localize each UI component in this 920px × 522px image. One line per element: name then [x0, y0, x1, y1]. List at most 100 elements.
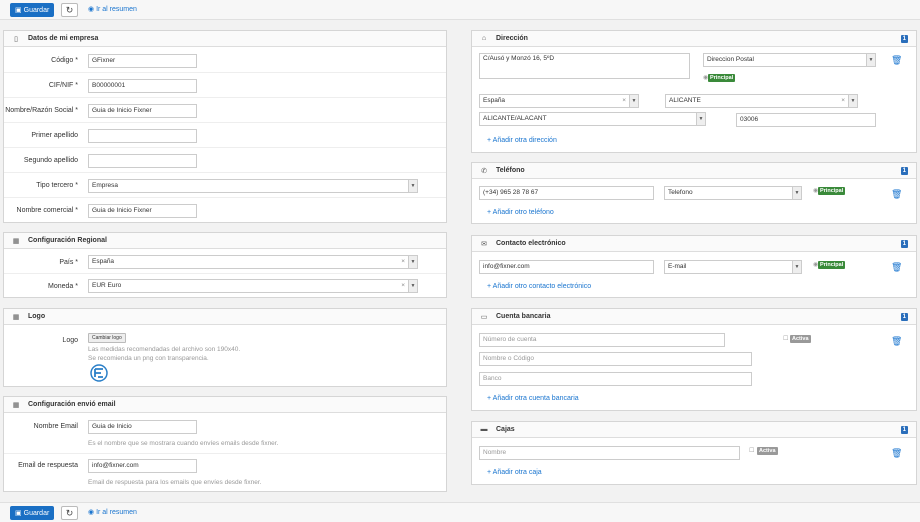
- phone-input[interactable]: (+34) 965 28 78 67: [479, 186, 654, 200]
- phone-type-select[interactable]: Telefono ▼: [664, 186, 802, 200]
- placeholder: Banco: [483, 375, 502, 382]
- comercial-label: Nombre comercial *: [16, 207, 78, 214]
- municipality-select[interactable]: ALICANTE/ALACANT ▼: [479, 112, 706, 126]
- ape2-input[interactable]: [88, 154, 197, 168]
- bottom-toolbar: ▣ Guardar ↻ ◉ Ir al resumen: [0, 502, 920, 522]
- chevron-down-icon: ▼: [866, 54, 875, 66]
- form-row: Código * GFixner: [4, 48, 446, 73]
- phone-type-value: Telefono: [668, 189, 693, 196]
- contact-type-value: E-mail: [668, 263, 687, 270]
- pais-select[interactable]: España × ▼: [88, 255, 418, 269]
- clear-icon[interactable]: ×: [401, 280, 405, 292]
- chevron-down-icon: ▼: [696, 113, 705, 125]
- change-logo-button[interactable]: Cambiar logo: [88, 333, 126, 343]
- chevron-down-icon: ▼: [848, 95, 857, 107]
- address-textarea[interactable]: C/Ausó y Monzó 16, 5ºD: [479, 53, 690, 79]
- summary-link[interactable]: ◉ Ir al resumen: [88, 5, 137, 13]
- form-row: Nombre Email Guia de Inicio Es el nombre…: [4, 414, 446, 454]
- chevron-down-icon: ▼: [408, 256, 417, 268]
- clear-icon[interactable]: ×: [622, 95, 626, 107]
- add-phone-link[interactable]: + Añadir otro teléfono: [487, 209, 554, 216]
- pais-value: España: [92, 258, 115, 265]
- tipo-label: Tipo tercero *: [36, 182, 78, 189]
- panel-header: ⌂ Dirección 1: [472, 31, 916, 47]
- panel-empresa: ▯ Datos de mi empresa Código * GFixner CI…: [3, 30, 447, 223]
- panel-logo: ▦ Logo Logo Cambiar logo Las medidas reco…: [3, 308, 447, 387]
- refresh-button[interactable]: ↻: [61, 506, 78, 520]
- account-name-input[interactable]: Nombre o Código: [479, 352, 752, 366]
- nombre-input[interactable]: Guia de Inicio Fixner: [88, 104, 197, 118]
- country-value: España: [483, 97, 506, 104]
- eye-icon: ◉: [88, 6, 97, 13]
- trash-icon[interactable]: 🗑: [891, 336, 902, 347]
- tipo-select[interactable]: Empresa ▼: [88, 179, 418, 193]
- codigo-input[interactable]: GFixner: [88, 54, 197, 68]
- save-button[interactable]: ▣ Guardar: [10, 3, 55, 17]
- contact-type-select[interactable]: E-mail ▼: [664, 260, 802, 274]
- cash-box-icon: ▬: [480, 426, 488, 433]
- count-badge: 1: [900, 35, 908, 43]
- address-type-value: Direccion Postal: [707, 56, 754, 63]
- building-icon: ▯: [14, 35, 18, 43]
- envelope-icon: ✉: [481, 240, 487, 248]
- province-value: ALICANTE: [669, 97, 701, 104]
- form-row: País * España × ▼: [4, 250, 446, 274]
- cif-input[interactable]: B00000001: [88, 79, 197, 93]
- chevron-down-icon: ▼: [408, 280, 417, 292]
- logo-label: Logo: [62, 337, 78, 344]
- email-resp-help: Email de respuesta para los emails que e…: [88, 479, 262, 486]
- active-checkbox[interactable]: ☐: [783, 335, 788, 342]
- pais-label: País *: [59, 259, 78, 266]
- country-select[interactable]: España × ▼: [479, 94, 639, 108]
- comercial-input[interactable]: Guia de Inicio Fixner: [88, 204, 197, 218]
- home-icon: ⌂: [481, 35, 487, 42]
- add-address-link[interactable]: + Añadir otra dirección: [487, 137, 557, 144]
- chevron-down-icon: ▼: [792, 261, 801, 273]
- refresh-button[interactable]: ↻: [61, 3, 78, 17]
- email-nombre-input[interactable]: Guia de Inicio: [88, 420, 197, 434]
- trash-icon[interactable]: 🗑: [891, 189, 902, 200]
- chevron-down-icon: ▼: [629, 95, 638, 107]
- panel-contacto: ✉ Contacto electrónico 1 info@fixner.com E…: [471, 235, 917, 298]
- panel-email-config: ▦ Configuración envió email Nombre Email …: [3, 396, 447, 492]
- address-type-select[interactable]: Direccion Postal ▼: [703, 53, 876, 67]
- top-toolbar: ▣ Guardar ↻ ◉ Ir al resumen: [0, 0, 920, 20]
- trash-icon[interactable]: 🗑: [891, 262, 902, 273]
- form-row: Primer apellido: [4, 123, 446, 148]
- moneda-select[interactable]: EUR Euro × ▼: [88, 279, 418, 293]
- ape2-label: Segundo apellido: [23, 157, 78, 164]
- bank-card-icon: ▭: [480, 313, 488, 321]
- activa-badge: Activa: [757, 447, 778, 455]
- placeholder: Número de cuenta: [483, 336, 537, 343]
- logo-help-png: Se recomienda un png con transparencia.: [88, 355, 209, 362]
- add-contact-link[interactable]: + Añadir otro contacto electrónico: [487, 283, 591, 290]
- bank-name-input[interactable]: Banco: [479, 372, 752, 386]
- clear-icon[interactable]: ×: [841, 95, 845, 107]
- ape1-label: Primer apellido: [31, 132, 78, 139]
- count-badge: 1: [900, 426, 908, 434]
- save-icon: ▣: [15, 7, 22, 14]
- company-logo-image: [90, 364, 108, 382]
- panel-cajas: ▬ Cajas 1 Nombre ☐ Activa 🗑 + Añadir otra …: [471, 421, 917, 485]
- panel-header: ✉ Contacto electrónico 1: [472, 236, 916, 252]
- postal-code-input[interactable]: 03006: [736, 113, 876, 127]
- summary-link[interactable]: ◉ Ir al resumen: [88, 508, 137, 516]
- email-resp-input[interactable]: info@fixner.com: [88, 459, 197, 473]
- add-caja-link[interactable]: + Añadir otra caja: [487, 469, 542, 476]
- active-checkbox[interactable]: ☐: [749, 447, 754, 454]
- municipality-value: ALICANTE/ALACANT: [483, 115, 547, 122]
- clear-icon[interactable]: ×: [401, 256, 405, 268]
- save-button[interactable]: ▣ Guardar: [10, 506, 55, 520]
- trash-icon[interactable]: 🗑: [891, 448, 902, 459]
- trash-icon[interactable]: 🗑: [891, 55, 902, 66]
- add-bank-account-link[interactable]: + Añadir otra cuenta bancaria: [487, 395, 579, 402]
- ape1-input[interactable]: [88, 129, 197, 143]
- count-badge: 1: [900, 313, 908, 321]
- account-number-input[interactable]: Número de cuenta: [479, 333, 725, 347]
- caja-name-input[interactable]: Nombre: [479, 446, 740, 460]
- panel-header: ▯ Datos de mi empresa: [4, 31, 446, 47]
- email-contact-input[interactable]: info@fixner.com: [479, 260, 654, 274]
- chevron-down-icon: ▼: [792, 187, 801, 199]
- province-select[interactable]: ALICANTE × ▼: [665, 94, 858, 108]
- panel-header: ▬ Cajas 1: [472, 422, 916, 438]
